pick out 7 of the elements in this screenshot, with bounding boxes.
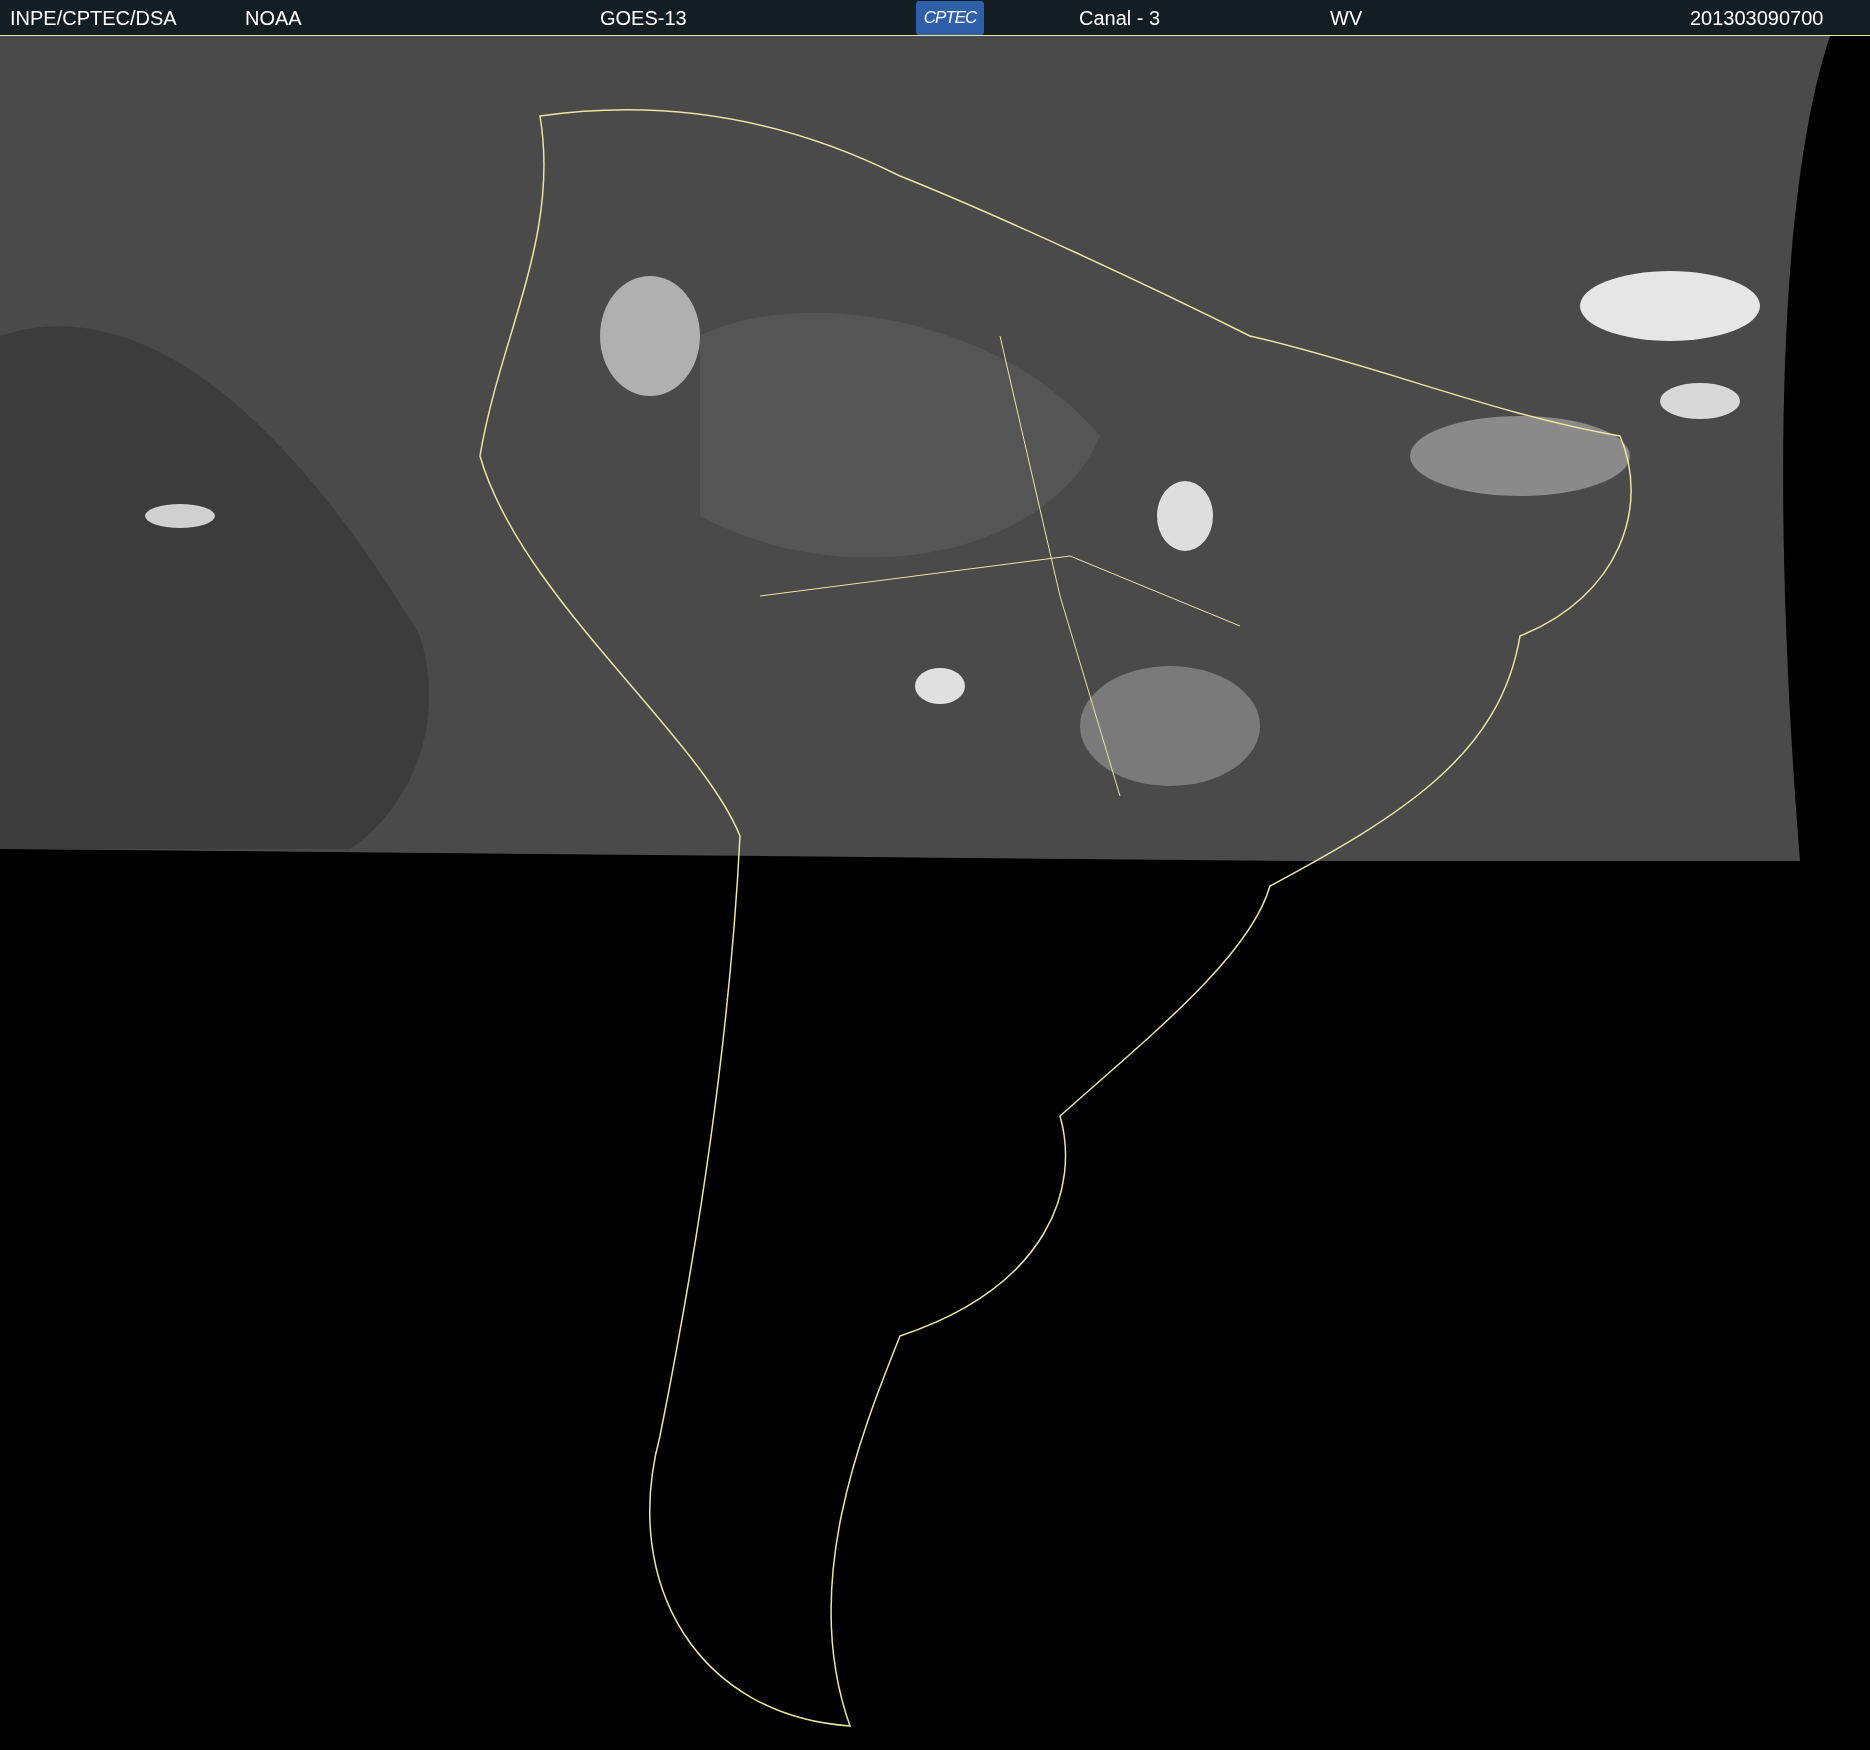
header-label: INPE/CPTEC/DSA bbox=[10, 5, 178, 31]
header-label: 201303090700 bbox=[1690, 5, 1824, 31]
header-label: GOES-13 bbox=[600, 5, 688, 31]
header-label: NOAA bbox=[245, 5, 303, 31]
cptec-logo: CPTEC bbox=[916, 0, 984, 35]
header-label: WV bbox=[1330, 5, 1364, 31]
header-label: Canal - 3 bbox=[1079, 5, 1162, 31]
